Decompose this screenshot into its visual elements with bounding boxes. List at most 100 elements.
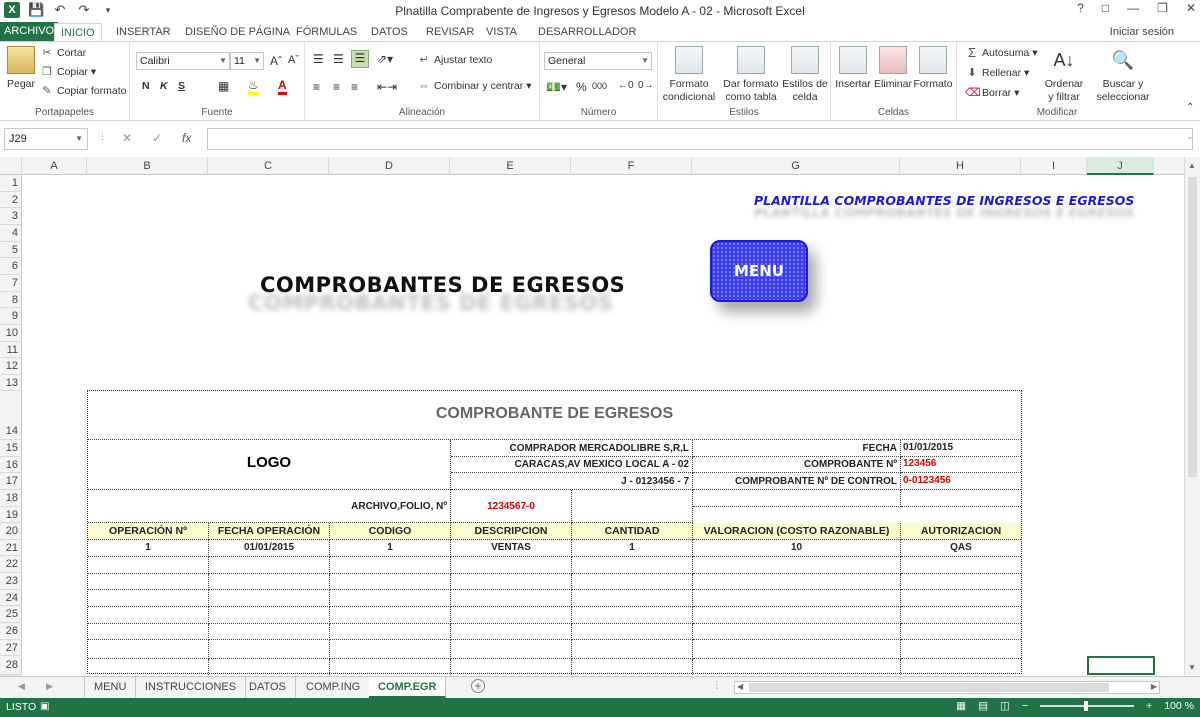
formula-input[interactable] bbox=[207, 128, 1193, 150]
thousands-button[interactable]: 000 bbox=[592, 81, 607, 91]
percent-button[interactable]: % bbox=[576, 80, 587, 94]
empty-cell[interactable] bbox=[451, 590, 572, 607]
row-header[interactable]: 20 bbox=[0, 523, 22, 540]
tab-formulas[interactable]: FÓRMULAS bbox=[290, 23, 363, 41]
empty-cell[interactable] bbox=[330, 640, 451, 659]
empty-cell[interactable] bbox=[693, 624, 901, 640]
empty-cell[interactable] bbox=[209, 607, 330, 624]
format-painter-button[interactable]: ✎ Copiar formato bbox=[40, 85, 126, 97]
fill-button[interactable]: ⬇ Rellenar ▾ bbox=[965, 67, 1029, 79]
vertical-scrollbar[interactable]: ▲ ▼ bbox=[1184, 157, 1200, 676]
align-right-icon[interactable]: ≡ bbox=[351, 80, 358, 94]
sheet-tab-instrucciones[interactable]: INSTRUCCIONES bbox=[136, 677, 247, 698]
empty-cell[interactable] bbox=[572, 557, 693, 574]
row-header[interactable]: 22 bbox=[0, 556, 22, 573]
name-box[interactable]: J29 ▼ bbox=[4, 128, 88, 150]
sort-filter-button[interactable]: A↓ Ordenar y filtrar bbox=[1041, 46, 1087, 104]
empty-cell[interactable] bbox=[901, 590, 1021, 607]
select-all-corner[interactable] bbox=[0, 157, 22, 175]
column-header-a[interactable]: A bbox=[22, 157, 87, 175]
align-center-icon[interactable]: ≡ bbox=[333, 80, 340, 94]
row-header[interactable]: 16 bbox=[0, 457, 22, 473]
cancel-entry-icon[interactable]: ✕ bbox=[122, 131, 132, 145]
grow-font-icon[interactable]: Aˆ bbox=[270, 54, 282, 68]
ribbon-display-icon[interactable]: □ bbox=[1102, 1, 1109, 15]
font-color-icon[interactable]: A bbox=[278, 78, 287, 95]
empty-cell[interactable] bbox=[901, 640, 1021, 659]
empty-cell[interactable] bbox=[901, 557, 1021, 574]
tab-split-handle-icon[interactable]: ⋮ bbox=[712, 680, 722, 691]
row-header[interactable]: 18 bbox=[0, 490, 22, 507]
empty-cell[interactable] bbox=[330, 624, 451, 640]
row-header[interactable]: 1 bbox=[0, 175, 22, 192]
column-header-h[interactable]: H bbox=[900, 157, 1021, 175]
row-header[interactable]: 24 bbox=[0, 590, 22, 606]
row-header[interactable]: 5 bbox=[0, 242, 22, 258]
cell-valoracion[interactable]: 10 bbox=[693, 540, 901, 557]
row-header[interactable]: 3 bbox=[0, 208, 22, 225]
fill-color-icon[interactable]: ♨ bbox=[248, 78, 259, 95]
row-header[interactable]: 6 bbox=[0, 258, 22, 275]
worksheet[interactable]: PLANTILLA COMPROBANTES DE INGRESOS E EGR… bbox=[22, 175, 1184, 675]
row-header[interactable]: 28 bbox=[0, 656, 22, 675]
align-left-icon[interactable]: ≡ bbox=[313, 80, 320, 94]
page-break-view-icon[interactable]: ◫ bbox=[1000, 700, 1010, 712]
row-header[interactable]: 12 bbox=[0, 358, 22, 375]
empty-cell[interactable] bbox=[88, 659, 209, 675]
sign-in-link[interactable]: Iniciar sesión bbox=[1110, 26, 1174, 38]
row-header[interactable]: 7 bbox=[0, 275, 22, 292]
sheet-tab-comp-ing[interactable]: COMP.ING bbox=[297, 677, 371, 698]
row-header[interactable]: 9 bbox=[0, 308, 22, 325]
vertical-scroll-thumb[interactable] bbox=[1188, 177, 1197, 477]
close-button[interactable]: ✕ bbox=[1186, 1, 1196, 15]
decrease-decimal-icon[interactable]: 0→ bbox=[638, 80, 654, 91]
empty-cell[interactable] bbox=[901, 624, 1021, 640]
shrink-font-icon[interactable]: Aˇ bbox=[288, 54, 299, 66]
empty-cell[interactable] bbox=[693, 607, 901, 624]
empty-cell[interactable] bbox=[901, 574, 1021, 590]
column-header-e[interactable]: E bbox=[450, 157, 571, 175]
empty-cell[interactable] bbox=[88, 640, 209, 659]
empty-cell[interactable] bbox=[451, 640, 572, 659]
empty-cell[interactable] bbox=[209, 590, 330, 607]
cell-descripcion[interactable]: VENTAS bbox=[451, 540, 572, 557]
add-sheet-icon[interactable]: + bbox=[471, 679, 485, 693]
empty-cell[interactable] bbox=[209, 640, 330, 659]
align-middle-icon[interactable]: ☰ bbox=[333, 52, 344, 66]
empty-cell[interactable] bbox=[330, 557, 451, 574]
macro-record-icon[interactable]: ▣ bbox=[40, 701, 49, 712]
empty-cell[interactable] bbox=[572, 624, 693, 640]
empty-cell[interactable] bbox=[88, 607, 209, 624]
row-header[interactable]: 23 bbox=[0, 573, 22, 590]
empty-cell[interactable] bbox=[451, 574, 572, 590]
empty-cell[interactable] bbox=[693, 590, 901, 607]
horizontal-scroll-thumb[interactable] bbox=[749, 683, 1109, 692]
empty-cell[interactable] bbox=[693, 574, 901, 590]
empty-cell[interactable] bbox=[693, 640, 901, 659]
number-format-combo[interactable]: General ▼ bbox=[544, 52, 652, 70]
row-header[interactable]: 2 bbox=[0, 192, 22, 208]
column-header-j[interactable]: J bbox=[1087, 157, 1154, 175]
insert-cells-button[interactable]: Insertar bbox=[833, 46, 873, 91]
empty-cell[interactable] bbox=[88, 574, 209, 590]
restore-button[interactable]: ❐ bbox=[1157, 1, 1168, 15]
horizontal-scrollbar[interactable]: ◀ ▶ bbox=[734, 681, 1160, 694]
align-bottom-icon[interactable]: ☰ bbox=[351, 50, 369, 68]
empty-cell[interactable] bbox=[330, 607, 451, 624]
scroll-right-icon[interactable]: ▶ bbox=[1151, 682, 1157, 691]
empty-cell[interactable] bbox=[209, 659, 330, 675]
page-layout-view-icon[interactable]: ▤ bbox=[978, 700, 988, 712]
empty-cell[interactable] bbox=[330, 590, 451, 607]
orientation-icon[interactable]: ⇗▾ bbox=[377, 52, 393, 66]
cell-styles-button[interactable]: Estilos de celda bbox=[782, 46, 828, 104]
column-header-c[interactable]: C bbox=[208, 157, 329, 175]
row-header[interactable]: 14 bbox=[0, 391, 22, 440]
help-button[interactable]: ? bbox=[1077, 1, 1084, 15]
conditional-format-button[interactable]: Formato condicional bbox=[660, 46, 718, 104]
prev-sheet-icon[interactable]: ◀ bbox=[18, 681, 25, 692]
column-header-g[interactable]: G bbox=[692, 157, 900, 175]
autosum-button[interactable]: Σ Autosuma ▾ bbox=[965, 46, 1038, 59]
row-header[interactable]: 15 bbox=[0, 440, 22, 457]
column-header-f[interactable]: F bbox=[571, 157, 692, 175]
paste-button[interactable]: Pegar bbox=[4, 46, 38, 91]
